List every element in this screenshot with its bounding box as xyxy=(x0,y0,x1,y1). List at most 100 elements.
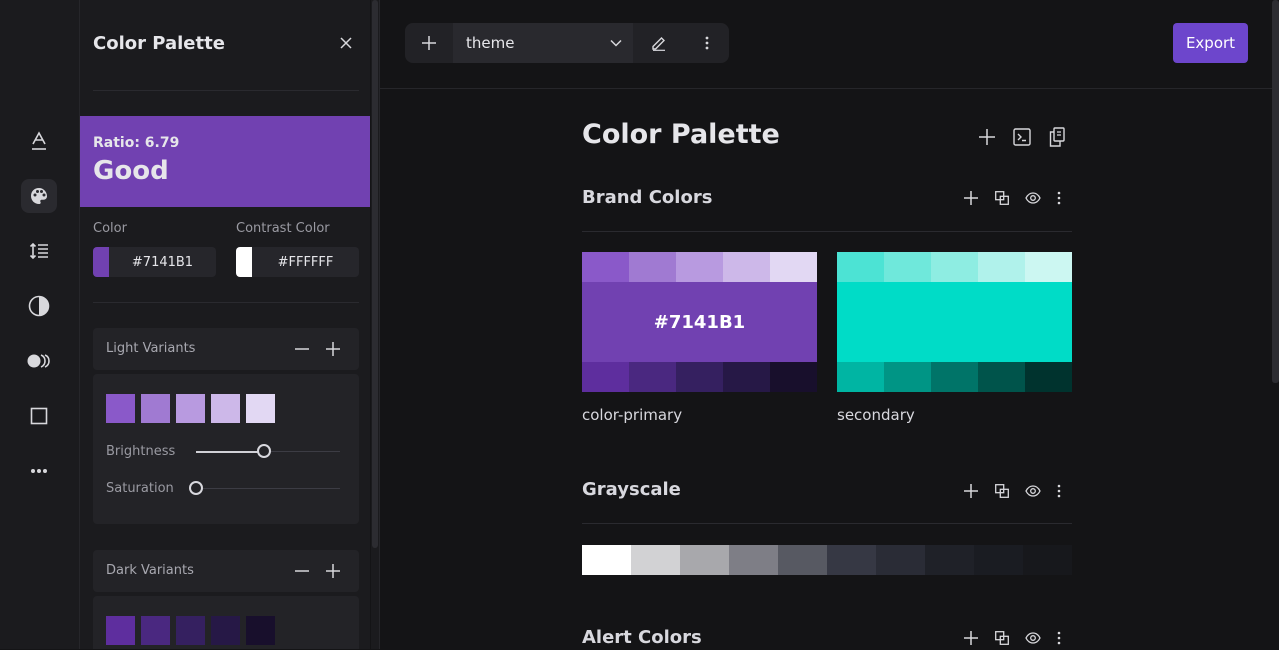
dark-shade[interactable] xyxy=(931,362,978,392)
dark-shade[interactable] xyxy=(978,362,1025,392)
alert-colors-title: Alert Colors xyxy=(582,627,702,648)
edit-theme-button[interactable] xyxy=(637,23,681,63)
variant-chip[interactable] xyxy=(246,616,275,645)
grayscale-shade[interactable] xyxy=(925,545,974,575)
light-shade[interactable] xyxy=(884,252,931,282)
dark-shade[interactable] xyxy=(1025,362,1072,392)
light-shade[interactable] xyxy=(837,252,884,282)
dark-shade[interactable] xyxy=(629,362,676,392)
swatch-main-color[interactable]: #7141B1 xyxy=(582,282,817,362)
light-shade[interactable] xyxy=(582,252,629,282)
contrast-icon[interactable] xyxy=(21,289,57,323)
color-value[interactable]: #7141B1 xyxy=(109,255,216,270)
group-divider xyxy=(582,231,1072,232)
more-vertical-icon[interactable] xyxy=(1047,186,1071,210)
dark-shade[interactable] xyxy=(884,362,931,392)
brightness-knob[interactable] xyxy=(256,444,271,458)
more-vertical-icon[interactable] xyxy=(1047,626,1071,650)
panel-scrollbar[interactable] xyxy=(371,0,379,649)
variant-chip[interactable] xyxy=(211,394,240,423)
close-icon[interactable] xyxy=(334,30,358,56)
brightness-fill xyxy=(196,450,264,453)
color-swatch[interactable] xyxy=(93,247,109,277)
dark-shade[interactable] xyxy=(837,362,884,392)
variant-chip[interactable] xyxy=(211,616,240,645)
dark-shades xyxy=(837,362,1072,392)
theme-select[interactable]: theme xyxy=(453,23,633,63)
opacity-icon[interactable] xyxy=(21,344,57,378)
palette-icon[interactable] xyxy=(21,179,57,213)
color-field[interactable]: #7141B1 xyxy=(93,247,216,277)
variant-chip[interactable] xyxy=(246,394,275,423)
contrast-color-label: Contrast Color xyxy=(236,221,330,236)
contrast-color-swatch[interactable] xyxy=(236,247,252,277)
panel-scrollbar-thumb[interactable] xyxy=(372,0,378,548)
plus-icon[interactable] xyxy=(959,186,983,210)
add-group-button[interactable] xyxy=(975,125,999,149)
grayscale-shade[interactable] xyxy=(680,545,729,575)
grayscale-shade[interactable] xyxy=(729,545,778,575)
light-variants-body: Brightness Saturation xyxy=(93,374,359,524)
variant-chip[interactable] xyxy=(106,394,135,423)
swatch-main-color[interactable] xyxy=(837,282,1072,362)
contrast-color-value[interactable]: #FFFFFF xyxy=(252,255,359,270)
eye-icon[interactable] xyxy=(1021,626,1045,650)
variant-chip[interactable] xyxy=(106,616,135,645)
group-divider xyxy=(582,523,1072,524)
light-shade[interactable] xyxy=(723,252,770,282)
dark-shade[interactable] xyxy=(770,362,817,392)
color-label: Color xyxy=(93,221,127,236)
grayscale-shade[interactable] xyxy=(827,545,876,575)
export-button[interactable]: Export xyxy=(1173,23,1248,63)
light-shade[interactable] xyxy=(676,252,723,282)
plus-icon[interactable] xyxy=(320,558,346,584)
grayscale-shade[interactable] xyxy=(876,545,925,575)
add-theme-button[interactable] xyxy=(405,23,453,63)
light-shade[interactable] xyxy=(931,252,978,282)
contrast-ratio: Ratio: 6.79 xyxy=(93,135,180,151)
minus-icon[interactable] xyxy=(289,336,315,362)
duplicate-icon[interactable] xyxy=(990,626,1014,650)
variant-chip[interactable] xyxy=(176,394,205,423)
dark-variants-header: Dark Variants xyxy=(93,550,359,592)
contrast-color-field[interactable]: #FFFFFF xyxy=(236,247,359,277)
more-vertical-icon[interactable] xyxy=(1047,479,1071,503)
terminal-icon[interactable] xyxy=(1010,125,1034,149)
plus-icon[interactable] xyxy=(959,479,983,503)
light-shade[interactable] xyxy=(978,252,1025,282)
color-swatch-card[interactable]: #7141B1 xyxy=(582,252,817,392)
eye-icon[interactable] xyxy=(1021,479,1045,503)
light-shade[interactable] xyxy=(770,252,817,282)
plus-icon[interactable] xyxy=(959,626,983,650)
variant-chip[interactable] xyxy=(141,616,170,645)
grayscale-shade[interactable] xyxy=(778,545,827,575)
saturation-knob[interactable] xyxy=(189,481,203,495)
light-shade[interactable] xyxy=(1025,252,1072,282)
theme-more-button[interactable] xyxy=(685,23,729,63)
minus-icon[interactable] xyxy=(289,558,315,584)
variant-chip[interactable] xyxy=(176,616,205,645)
dark-shade[interactable] xyxy=(676,362,723,392)
line-height-icon[interactable] xyxy=(21,234,57,268)
main-scrollbar[interactable] xyxy=(1272,0,1279,383)
grayscale-shade[interactable] xyxy=(1023,545,1072,575)
typography-icon[interactable] xyxy=(21,124,57,158)
theme-select-value[interactable]: theme xyxy=(466,34,514,52)
color-swatch-card[interactable] xyxy=(837,252,1072,392)
dark-shade[interactable] xyxy=(723,362,770,392)
square-icon[interactable] xyxy=(21,399,57,433)
duplicate-icon[interactable] xyxy=(990,186,1014,210)
light-variants-title: Light Variants xyxy=(106,341,196,356)
light-shade[interactable] xyxy=(629,252,676,282)
dark-shade[interactable] xyxy=(582,362,629,392)
more-icon[interactable] xyxy=(21,454,57,488)
saturation-slider[interactable] xyxy=(196,488,340,489)
duplicate-icon[interactable] xyxy=(990,479,1014,503)
plus-icon[interactable] xyxy=(320,336,346,362)
copy-icon[interactable] xyxy=(1045,125,1069,149)
variant-chip[interactable] xyxy=(141,394,170,423)
grayscale-shade[interactable] xyxy=(631,545,680,575)
grayscale-shade[interactable] xyxy=(974,545,1023,575)
eye-icon[interactable] xyxy=(1021,186,1045,210)
grayscale-shade[interactable] xyxy=(582,545,631,575)
